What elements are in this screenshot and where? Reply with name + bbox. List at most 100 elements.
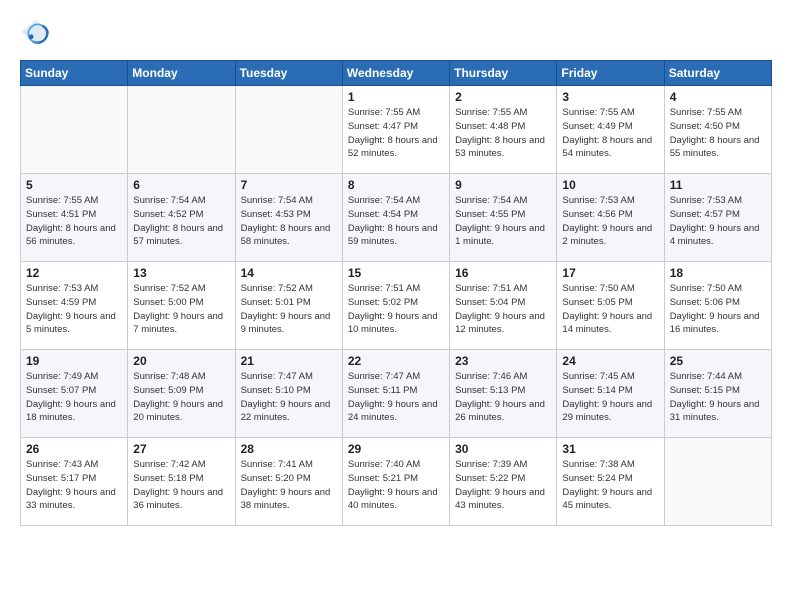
day-info: Sunrise: 7:46 AM Sunset: 5:13 PM Dayligh… <box>455 370 551 425</box>
day-number: 1 <box>348 90 444 104</box>
day-number: 2 <box>455 90 551 104</box>
calendar-cell: 15 Sunrise: 7:51 AM Sunset: 5:02 PM Dayli… <box>342 262 449 350</box>
day-info: Sunrise: 7:44 AM Sunset: 5:15 PM Dayligh… <box>670 370 766 425</box>
day-number: 21 <box>241 354 337 368</box>
day-info: Sunrise: 7:55 AM Sunset: 4:51 PM Dayligh… <box>26 194 122 249</box>
day-number: 16 <box>455 266 551 280</box>
day-info: Sunrise: 7:54 AM Sunset: 4:52 PM Dayligh… <box>133 194 229 249</box>
day-info: Sunrise: 7:55 AM Sunset: 4:48 PM Dayligh… <box>455 106 551 161</box>
calendar-cell <box>128 86 235 174</box>
day-number: 22 <box>348 354 444 368</box>
day-info: Sunrise: 7:41 AM Sunset: 5:20 PM Dayligh… <box>241 458 337 513</box>
day-info: Sunrise: 7:52 AM Sunset: 5:01 PM Dayligh… <box>241 282 337 337</box>
day-info: Sunrise: 7:40 AM Sunset: 5:21 PM Dayligh… <box>348 458 444 513</box>
weekday-header-row: SundayMondayTuesdayWednesdayThursdayFrid… <box>21 61 772 86</box>
calendar-cell: 25 Sunrise: 7:44 AM Sunset: 5:15 PM Dayli… <box>664 350 771 438</box>
day-number: 18 <box>670 266 766 280</box>
day-info: Sunrise: 7:53 AM Sunset: 4:56 PM Dayligh… <box>562 194 658 249</box>
day-number: 13 <box>133 266 229 280</box>
day-info: Sunrise: 7:55 AM Sunset: 4:47 PM Dayligh… <box>348 106 444 161</box>
day-number: 4 <box>670 90 766 104</box>
week-row-1: 1 Sunrise: 7:55 AM Sunset: 4:47 PM Daylig… <box>21 86 772 174</box>
calendar-cell <box>235 86 342 174</box>
calendar-cell: 17Sunrise: 7:50 AM Sunset: 5:05 PM Dayli… <box>557 262 664 350</box>
calendar-cell: 7Sunrise: 7:54 AM Sunset: 4:53 PM Daylig… <box>235 174 342 262</box>
calendar-cell: 29 Sunrise: 7:40 AM Sunset: 5:21 PM Dayli… <box>342 438 449 526</box>
day-number: 5 <box>26 178 122 192</box>
calendar-cell: 23 Sunrise: 7:46 AM Sunset: 5:13 PM Dayli… <box>450 350 557 438</box>
day-info: Sunrise: 7:53 AM Sunset: 4:59 PM Dayligh… <box>26 282 122 337</box>
calendar-cell: 21Sunrise: 7:47 AM Sunset: 5:10 PM Dayli… <box>235 350 342 438</box>
calendar-cell: 20 Sunrise: 7:48 AM Sunset: 5:09 PM Dayli… <box>128 350 235 438</box>
calendar-cell: 16 Sunrise: 7:51 AM Sunset: 5:04 PM Dayli… <box>450 262 557 350</box>
weekday-header-saturday: Saturday <box>664 61 771 86</box>
day-number: 17 <box>562 266 658 280</box>
day-number: 10 <box>562 178 658 192</box>
weekday-header-friday: Friday <box>557 61 664 86</box>
day-info: Sunrise: 7:54 AM Sunset: 4:53 PM Dayligh… <box>241 194 337 249</box>
day-info: Sunrise: 7:51 AM Sunset: 5:02 PM Dayligh… <box>348 282 444 337</box>
calendar-cell: 6 Sunrise: 7:54 AM Sunset: 4:52 PM Daylig… <box>128 174 235 262</box>
calendar-cell: 9Sunrise: 7:54 AM Sunset: 4:55 PM Daylig… <box>450 174 557 262</box>
weekday-header-sunday: Sunday <box>21 61 128 86</box>
day-number: 9 <box>455 178 551 192</box>
page: SundayMondayTuesdayWednesdayThursdayFrid… <box>0 0 792 546</box>
calendar-cell: 12 Sunrise: 7:53 AM Sunset: 4:59 PM Dayli… <box>21 262 128 350</box>
calendar-cell: 4 Sunrise: 7:55 AM Sunset: 4:50 PM Daylig… <box>664 86 771 174</box>
week-row-2: 5 Sunrise: 7:55 AM Sunset: 4:51 PM Daylig… <box>21 174 772 262</box>
day-number: 25 <box>670 354 766 368</box>
day-number: 8 <box>348 178 444 192</box>
day-info: Sunrise: 7:47 AM Sunset: 5:11 PM Dayligh… <box>348 370 444 425</box>
day-number: 6 <box>133 178 229 192</box>
day-number: 24 <box>562 354 658 368</box>
day-number: 23 <box>455 354 551 368</box>
calendar-cell: 14Sunrise: 7:52 AM Sunset: 5:01 PM Dayli… <box>235 262 342 350</box>
week-row-5: 26 Sunrise: 7:43 AM Sunset: 5:17 PM Dayli… <box>21 438 772 526</box>
calendar-cell: 22 Sunrise: 7:47 AM Sunset: 5:11 PM Dayli… <box>342 350 449 438</box>
day-info: Sunrise: 7:51 AM Sunset: 5:04 PM Dayligh… <box>455 282 551 337</box>
week-row-3: 12 Sunrise: 7:53 AM Sunset: 4:59 PM Dayli… <box>21 262 772 350</box>
calendar-cell: 13Sunrise: 7:52 AM Sunset: 5:00 PM Dayli… <box>128 262 235 350</box>
calendar-cell <box>664 438 771 526</box>
calendar-cell: 27Sunrise: 7:42 AM Sunset: 5:18 PM Dayli… <box>128 438 235 526</box>
day-info: Sunrise: 7:50 AM Sunset: 5:06 PM Dayligh… <box>670 282 766 337</box>
calendar-cell: 26 Sunrise: 7:43 AM Sunset: 5:17 PM Dayli… <box>21 438 128 526</box>
day-number: 11 <box>670 178 766 192</box>
weekday-header-monday: Monday <box>128 61 235 86</box>
day-info: Sunrise: 7:42 AM Sunset: 5:18 PM Dayligh… <box>133 458 229 513</box>
calendar-cell: 24 Sunrise: 7:45 AM Sunset: 5:14 PM Dayli… <box>557 350 664 438</box>
day-number: 26 <box>26 442 122 456</box>
logo-icon <box>20 16 52 48</box>
calendar-cell: 30 Sunrise: 7:39 AM Sunset: 5:22 PM Dayli… <box>450 438 557 526</box>
day-number: 12 <box>26 266 122 280</box>
day-number: 20 <box>133 354 229 368</box>
day-info: Sunrise: 7:49 AM Sunset: 5:07 PM Dayligh… <box>26 370 122 425</box>
calendar-cell: 11 Sunrise: 7:53 AM Sunset: 4:57 PM Dayli… <box>664 174 771 262</box>
calendar-cell: 3 Sunrise: 7:55 AM Sunset: 4:49 PM Daylig… <box>557 86 664 174</box>
day-info: Sunrise: 7:48 AM Sunset: 5:09 PM Dayligh… <box>133 370 229 425</box>
day-number: 30 <box>455 442 551 456</box>
day-number: 28 <box>241 442 337 456</box>
day-number: 29 <box>348 442 444 456</box>
day-number: 3 <box>562 90 658 104</box>
header <box>20 16 772 48</box>
weekday-header-tuesday: Tuesday <box>235 61 342 86</box>
day-number: 15 <box>348 266 444 280</box>
day-info: Sunrise: 7:45 AM Sunset: 5:14 PM Dayligh… <box>562 370 658 425</box>
day-info: Sunrise: 7:53 AM Sunset: 4:57 PM Dayligh… <box>670 194 766 249</box>
day-info: Sunrise: 7:55 AM Sunset: 4:50 PM Dayligh… <box>670 106 766 161</box>
weekday-header-thursday: Thursday <box>450 61 557 86</box>
weekday-header-wednesday: Wednesday <box>342 61 449 86</box>
calendar-cell: 1 Sunrise: 7:55 AM Sunset: 4:47 PM Daylig… <box>342 86 449 174</box>
day-number: 31 <box>562 442 658 456</box>
week-row-4: 19Sunrise: 7:49 AM Sunset: 5:07 PM Dayli… <box>21 350 772 438</box>
logo <box>20 16 56 48</box>
calendar-table: SundayMondayTuesdayWednesdayThursdayFrid… <box>20 60 772 526</box>
day-info: Sunrise: 7:39 AM Sunset: 5:22 PM Dayligh… <box>455 458 551 513</box>
calendar-cell <box>21 86 128 174</box>
calendar-cell: 18 Sunrise: 7:50 AM Sunset: 5:06 PM Dayli… <box>664 262 771 350</box>
day-info: Sunrise: 7:54 AM Sunset: 4:54 PM Dayligh… <box>348 194 444 249</box>
day-info: Sunrise: 7:55 AM Sunset: 4:49 PM Dayligh… <box>562 106 658 161</box>
day-info: Sunrise: 7:38 AM Sunset: 5:24 PM Dayligh… <box>562 458 658 513</box>
day-info: Sunrise: 7:43 AM Sunset: 5:17 PM Dayligh… <box>26 458 122 513</box>
